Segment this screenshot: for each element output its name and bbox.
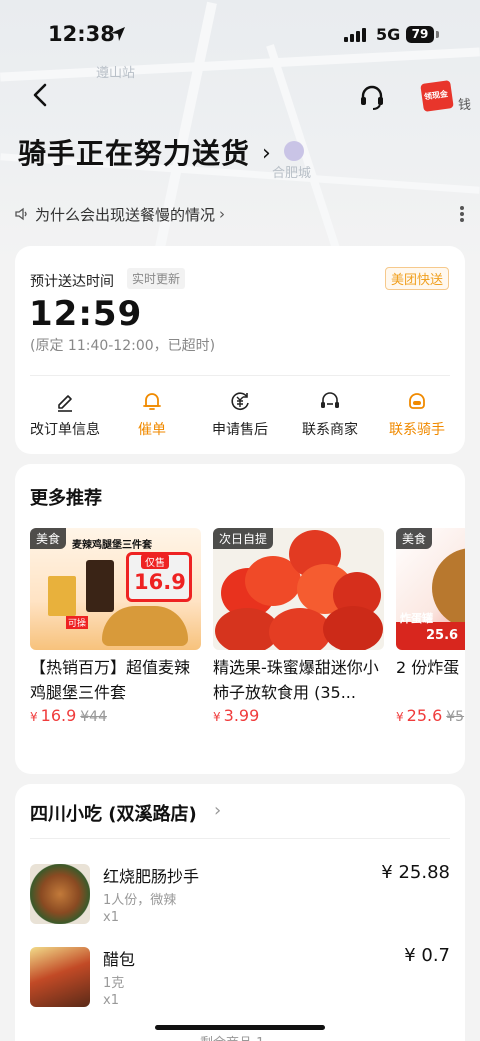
original-price: ¥5 <box>446 709 465 725</box>
after-sale-button[interactable]: 申请售后 <box>195 386 285 439</box>
image-text: 可操 <box>66 616 89 629</box>
food-bowl-graphic <box>432 548 465 628</box>
status-time: 12:38 <box>48 22 115 46</box>
image-text: 炸蛋罐 <box>400 612 433 625</box>
dish-name: 醋包 <box>103 950 136 969</box>
customer-service-icon[interactable] <box>356 82 388 114</box>
action-label: 改订单信息 <box>30 422 100 438</box>
dish-name: 红烧肥肠抄手 <box>103 867 200 886</box>
recommendation-item[interactable]: 次日自提 精选果-珠蜜爆甜迷你小柿子放软食用 (35... ¥3.99 <box>213 528 384 725</box>
chevron-right-icon[interactable]: › <box>214 800 221 821</box>
divider <box>30 375 450 376</box>
eta-time: 12:59 <box>29 294 143 334</box>
recommendation-item[interactable]: 炸蛋罐 25.6 美食 2 份炸蛋 ¥25.6 ¥5 <box>396 528 465 725</box>
tomato-graphic <box>323 606 383 650</box>
divider <box>30 838 450 839</box>
back-button[interactable] <box>26 80 56 110</box>
dish-price: ¥ 0.7 <box>404 945 450 966</box>
fries-graphic <box>48 576 76 616</box>
image-text: 麦辣鸡腿堡三件套 <box>72 540 152 551</box>
section-title: 更多推荐 <box>30 488 102 509</box>
product-image: 次日自提 <box>213 528 384 650</box>
page-title[interactable]: 骑手正在努力送货 <box>18 132 250 172</box>
category-tag: 美食 <box>396 528 433 549</box>
image-text: 仅售 <box>141 554 169 569</box>
contact-merchant-button[interactable]: 联系商家 <box>285 386 375 439</box>
battery-icon: 79 <box>406 26 434 43</box>
action-label: 申请售后 <box>212 422 268 438</box>
status-bar: 12:38 5G 79 <box>0 0 480 70</box>
shop-name-link[interactable]: 四川小吃 (双溪路店) <box>30 800 197 826</box>
recommendation-item[interactable]: 麦辣鸡腿堡三件套 仅售 16.9 可操 美食 【热销百万】超值麦辣鸡腿堡三件套 … <box>30 528 201 725</box>
promo-entry-button[interactable]: 领现金 <box>418 78 462 114</box>
service-tag: 美团快送 <box>385 267 450 290</box>
dish-qty: x1 <box>103 910 119 925</box>
order-detail-card: 四川小吃 (双溪路店) › 红烧肥肠抄手 1人份，微辣 x1 ¥ 25.88 醋… <box>15 784 465 1041</box>
product-price: ¥16.9 ¥44 <box>30 706 107 725</box>
remaining-items-link[interactable]: 剩余商品 1 <box>200 1032 264 1041</box>
delay-reason-link[interactable]: 为什么会出现送餐慢的情况 › <box>14 203 225 225</box>
action-label: 联系商家 <box>302 422 358 438</box>
recommendations-card: 更多推荐 麦辣鸡腿堡三件套 仅售 16.9 可操 美食 【热销百万】超值麦辣鸡腿… <box>15 464 465 774</box>
contact-rider-button[interactable]: 联系骑手 <box>372 386 462 439</box>
action-label: 联系骑手 <box>389 422 445 438</box>
urge-order-button[interactable]: 催单 <box>107 386 197 439</box>
category-tag: 次日自提 <box>213 528 274 549</box>
product-image: 炸蛋罐 25.6 美食 <box>396 528 465 650</box>
image-text: 25.6 <box>426 628 459 643</box>
image-text: 16.9 <box>134 570 186 594</box>
bell-icon <box>143 393 161 410</box>
eta-label: 预计送达时间 <box>30 274 114 290</box>
chevron-right-icon: › <box>219 205 226 223</box>
dish-qty: x1 <box>103 993 119 1008</box>
category-tag: 美食 <box>30 528 67 549</box>
product-price: ¥25.6 ¥5 <box>396 706 465 725</box>
product-name: 2 份炸蛋 <box>396 658 460 677</box>
more-options-icon[interactable] <box>458 204 466 224</box>
product-name: 精选果-珠蜜爆甜迷你小柿子放软食用 (35... <box>213 658 379 702</box>
eta-note: (原定 11:40-12:00，已超时) <box>30 338 216 354</box>
delay-reason-text: 为什么会出现送餐慢的情况 <box>35 205 216 224</box>
speaker-icon <box>15 207 27 221</box>
product-name: 【热销百万】超值麦辣鸡腿堡三件套 <box>30 658 191 702</box>
dish-image <box>30 947 90 1007</box>
dish-image <box>30 864 90 924</box>
battery-tip <box>436 31 439 38</box>
action-label: 催单 <box>138 422 166 438</box>
rider-icon <box>409 393 425 409</box>
map-label: 合肥城 <box>272 166 312 181</box>
dish-spec: 1克 <box>103 976 125 991</box>
order-actions: 改订单信息 催单 申请售后 联系商家 联系骑手 <box>15 386 465 446</box>
network-label: 5G <box>376 25 401 44</box>
burger-graphic <box>102 606 188 646</box>
realtime-badge: 实时更新 <box>127 268 186 289</box>
signal-icon <box>344 28 368 42</box>
home-indicator[interactable] <box>155 1025 325 1030</box>
dish-spec: 1人份，微辣 <box>103 893 177 908</box>
delivery-eta-card: 预计送达时间 实时更新 美团快送 12:59 (原定 11:40-12:00，已… <box>15 246 465 454</box>
drink-graphic <box>86 560 114 612</box>
pencil-icon <box>58 395 72 412</box>
original-price: ¥44 <box>80 709 107 725</box>
chevron-right-icon[interactable]: › <box>262 141 271 166</box>
product-price: ¥3.99 <box>213 706 260 725</box>
merchant-icon <box>321 392 339 408</box>
tomato-graphic <box>269 608 331 650</box>
product-image: 麦辣鸡腿堡三件套 仅售 16.9 可操 美食 <box>30 528 201 650</box>
refund-icon <box>231 392 249 410</box>
location-arrow-icon <box>111 27 125 41</box>
dish-price: ¥ 25.88 <box>381 862 450 883</box>
map-poi-marker <box>284 141 304 161</box>
edit-order-button[interactable]: 改订单信息 <box>20 386 110 439</box>
